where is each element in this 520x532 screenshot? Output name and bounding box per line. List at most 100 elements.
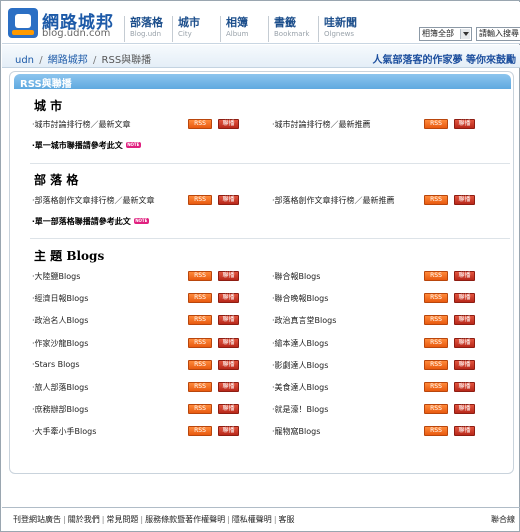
breadcrumb-home-link[interactable]: udn (15, 55, 34, 66)
subscribe-button[interactable]: 聯播 (218, 426, 239, 437)
page-frame: 網路城邦 blog.udn.com 部落格 Blog.udn 城市 City 相… (0, 0, 520, 532)
subscribe-button[interactable]: 聯播 (218, 271, 239, 281)
feed-label: ‧寵物窩Blogs (272, 427, 321, 437)
nav-sublabel: Album (226, 30, 249, 38)
feed-label: ‧經濟日報Blogs (32, 294, 89, 304)
breadcrumb-blog-link[interactable]: 網路城邦 (48, 55, 88, 66)
footer-link[interactable]: 常見問題 (106, 515, 138, 524)
section-divider (30, 238, 510, 239)
rss-button[interactable]: RSS (188, 119, 212, 129)
subscribe-button[interactable]: 聯播 (454, 426, 475, 437)
rss-button[interactable]: RSS (188, 359, 212, 370)
nav-city[interactable]: 城市 City (172, 16, 200, 42)
rss-button[interactable]: RSS (424, 195, 448, 205)
list-item: ‧美食達人Blogs RSS 聯播 (272, 381, 512, 395)
rss-button[interactable]: RSS (424, 119, 448, 129)
list-item: ‧部落格創作文章排行榜／最新推薦 RSS 聯播 (272, 194, 512, 208)
search-scope-select[interactable]: 相簿全部 (419, 27, 472, 41)
logo-url: blog.udn.com (42, 28, 111, 39)
subscribe-button[interactable]: 聯播 (454, 119, 475, 129)
section-divider (30, 163, 510, 164)
subscribe-button[interactable]: 聯播 (454, 337, 475, 348)
rss-button[interactable]: RSS (424, 293, 448, 304)
panel-header: RSS與聯播 (14, 74, 511, 90)
footer-link[interactable]: 客服 (279, 515, 295, 524)
subscribe-button[interactable]: 聯播 (218, 359, 239, 370)
feed-label: ‧大手牽小手Blogs (32, 427, 97, 437)
rss-button[interactable]: RSS (424, 404, 448, 415)
nav-label: 哇新聞 (324, 16, 357, 29)
udn-logo-icon (8, 8, 38, 38)
subscribe-button[interactable]: 聯播 (218, 404, 239, 415)
subscribe-button[interactable]: 聯播 (454, 293, 475, 304)
subscribe-button[interactable]: 聯播 (454, 382, 475, 392)
footer-link[interactable]: 隱私權聲明 (232, 515, 272, 524)
nav-sublabel: Bookmark (274, 30, 310, 38)
rss-button[interactable]: RSS (424, 382, 448, 392)
chevron-down-icon (460, 29, 470, 39)
subscribe-button[interactable]: 聯播 (218, 315, 239, 326)
breadcrumb-separator: / (39, 55, 43, 66)
site-logo[interactable]: 網路城邦 blog.udn.com (8, 8, 120, 40)
note-badge: NOTE (133, 218, 149, 224)
feed-label: ‧城市討論排行榜／最新推薦 (272, 120, 371, 129)
footer-links: 刊登網站廣告 | 關於我們 | 常見問題 | 服務條款暨著作權聲明 | 隱私權聲明 | 客服 (13, 514, 295, 525)
subscribe-button[interactable]: 聯播 (454, 271, 475, 281)
list-item: ‧政治名人Blogs RSS 聯播 (32, 314, 272, 328)
rss-button[interactable]: RSS (424, 315, 448, 326)
subscribe-button[interactable]: 聯播 (454, 404, 475, 415)
subscribe-button[interactable]: 聯播 (454, 315, 475, 326)
rss-button[interactable]: RSS (424, 271, 448, 281)
list-item: ‧Stars Blogs RSS 聯播 (32, 359, 272, 373)
site-header: 網路城邦 blog.udn.com 部落格 Blog.udn 城市 City 相… (2, 2, 520, 44)
subscribe-button[interactable]: 聯播 (454, 359, 475, 370)
rss-button[interactable]: RSS (188, 404, 212, 415)
nav-news[interactable]: 哇新聞 Olgnews (318, 16, 357, 42)
feed-label: ‧繪本達人Blogs (272, 338, 329, 348)
panel-title: RSS與聯播 (20, 79, 72, 90)
list-item: ‧部落格創作文章排行榜／最新文章 RSS 聯播 (32, 194, 272, 208)
footer-link[interactable]: 刊登網站廣告 (13, 515, 61, 524)
rss-button[interactable]: RSS (188, 315, 212, 326)
single-city-link[interactable]: ‧單一城市聯播請參考此文 NOTE (32, 140, 141, 151)
footer-divider (2, 507, 520, 508)
list-item[interactable]: ‧單一部落格聯播請參考此文 NOTE (32, 215, 272, 229)
promo-marquee-link[interactable]: 人氣部落客的作家夢 等你來鼓勵 (373, 51, 516, 66)
subscribe-button[interactable]: 聯播 (218, 337, 239, 348)
rss-button[interactable]: RSS (188, 195, 212, 205)
nav-bookmark[interactable]: 書籤 Bookmark (268, 16, 309, 42)
subscribe-button[interactable]: 聯播 (218, 382, 239, 392)
rss-button[interactable]: RSS (424, 359, 448, 370)
rss-button[interactable]: RSS (188, 337, 212, 348)
feed-label: ‧部落格創作文章排行榜／最新推薦 (272, 196, 395, 205)
footer-separator: | (101, 515, 105, 524)
rss-button[interactable]: RSS (188, 382, 212, 392)
footer-link[interactable]: 關於我們 (68, 515, 100, 524)
nav-album[interactable]: 相簿 Album (220, 16, 248, 42)
list-item: ‧就是濠！Blogs RSS 聯播 (272, 403, 512, 417)
section-title-city: 城 市 (34, 99, 63, 113)
breadcrumb-bar: udn / 網路城邦 / RSS與聯播 人氣部落客的作家夢 等你來鼓勵 (2, 45, 520, 68)
subscribe-button[interactable]: 聯播 (218, 293, 239, 304)
rss-button[interactable]: RSS (188, 426, 212, 437)
nav-label: 部落格 (130, 16, 163, 29)
single-blog-text: ‧單一部落格聯播請參考此文 (32, 217, 131, 226)
single-city-text: ‧單一城市聯播請參考此文 (32, 141, 123, 150)
rss-button[interactable]: RSS (188, 293, 212, 304)
search-input[interactable]: 請輸入搜尋 (476, 27, 520, 41)
feed-label: ‧Stars Blogs (32, 359, 80, 369)
rss-button[interactable]: RSS (424, 426, 448, 437)
single-blog-link[interactable]: ‧單一部落格聯播請參考此文 NOTE (32, 216, 149, 227)
feed-label: ‧部落格創作文章排行榜／最新文章 (32, 196, 155, 205)
list-item[interactable]: ‧單一城市聯播請參考此文 NOTE (32, 139, 272, 153)
rss-button[interactable]: RSS (188, 271, 212, 281)
nav-blog[interactable]: 部落格 Blog.udn (124, 16, 163, 42)
subscribe-button[interactable]: 聯播 (218, 195, 239, 205)
nav-sublabel: City (178, 30, 192, 38)
footer-link[interactable]: 服務條款暨著作權聲明 (145, 515, 225, 524)
subscribe-button[interactable]: 聯播 (454, 195, 475, 205)
subscribe-button[interactable]: 聯播 (218, 119, 239, 129)
breadcrumb-separator: / (92, 55, 97, 66)
rss-button[interactable]: RSS (424, 337, 448, 348)
list-item: ‧庶務辦部Blogs RSS 聯播 (32, 403, 272, 417)
